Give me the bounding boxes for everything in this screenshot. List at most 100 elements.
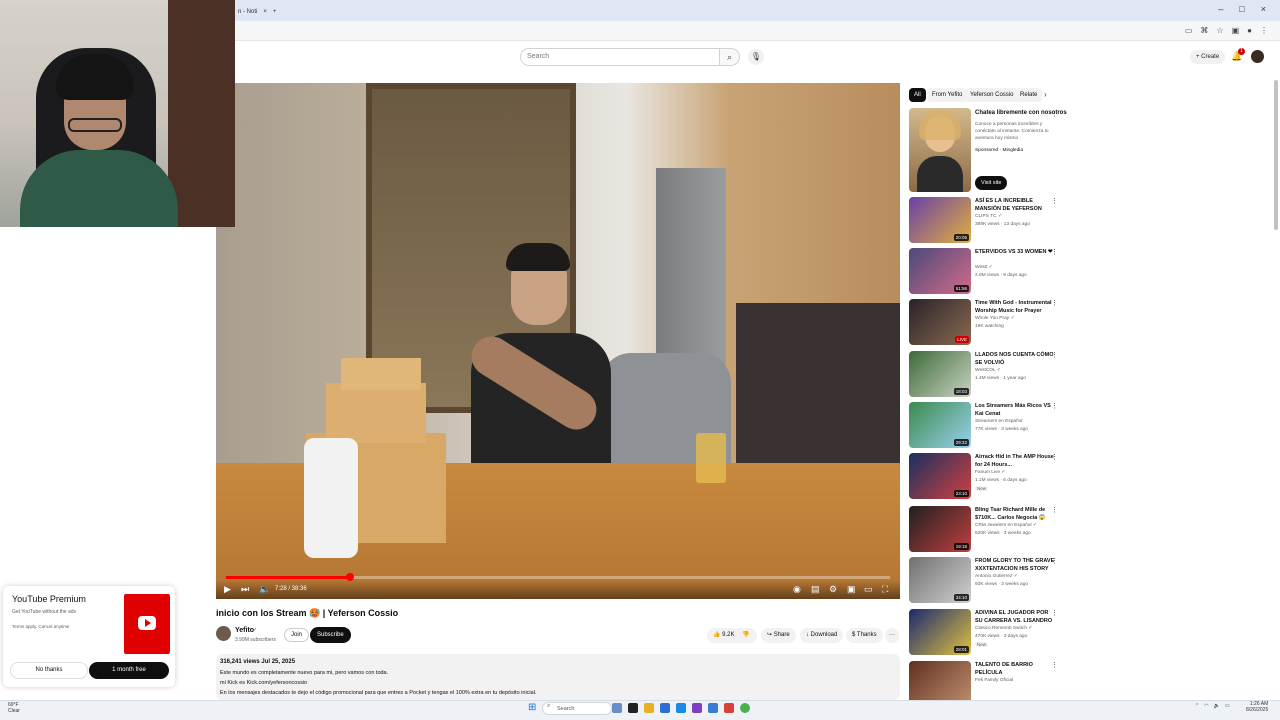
recommendation-thumbnail[interactable]: 28:01 — [909, 609, 971, 655]
taskbar-app-icon[interactable] — [692, 703, 702, 713]
premium-title: YouTube Premium — [12, 594, 86, 604]
more-vert-icon[interactable]: ⋮ — [1051, 110, 1058, 118]
minimize-icon[interactable]: – — [1218, 4, 1223, 14]
battery-icon[interactable]: ▭ — [1225, 703, 1230, 709]
recommendation-item[interactable]: 23:10 Airrack Hid in The AMP House for 24… — [909, 453, 1069, 500]
recommendation-thumbnail[interactable]: 34:10 — [909, 557, 971, 603]
more-vert-icon[interactable]: ⋮ — [1051, 661, 1058, 669]
settings-gear-icon[interactable]: ⚙ — [829, 583, 837, 595]
more-vert-icon[interactable]: ⋮ — [1051, 453, 1058, 461]
recommendation-item[interactable]: 34:10 FROM GLORY TO THE GRAVE XXXTENTACIO… — [909, 557, 1069, 604]
taskbar-file-explorer-icon[interactable] — [644, 703, 654, 713]
recommendation-thumbnail[interactable]: 20:05 — [909, 197, 971, 243]
taskbar-app-icon[interactable] — [724, 703, 734, 713]
next-video-icon[interactable]: ⏭ — [241, 583, 249, 595]
recommendation-item[interactable]: 51:56 ETERVIDOS VS 33 WOMEN ❤ Westt ✓ 2.9M … — [909, 248, 1069, 295]
progress-bar[interactable] — [226, 573, 890, 581]
recommendation-item[interactable]: 19:18 Bling Tsar Richard Mille de $710K..… — [909, 506, 1069, 553]
profile-icon[interactable]: ● — [1247, 26, 1252, 35]
chip-yeferson-cossio[interactable]: Yeferson Cossio — [965, 88, 1019, 102]
fullscreen-icon[interactable]: ⛶ — [882, 583, 888, 595]
chevron-up-icon[interactable]: ⌃ — [1195, 703, 1199, 709]
close-tab-icon[interactable]: × — [263, 9, 267, 15]
chip-related[interactable]: Relate — [1015, 88, 1043, 102]
maximize-icon[interactable]: □ — [1239, 4, 1244, 14]
recommendation-item[interactable]: 20:05 ASÍ ES LA INCREIBLE MANSIÓN DE YEFE… — [909, 197, 1069, 244]
more-vert-icon[interactable]: ⋮ — [1051, 351, 1058, 359]
recommendation-item[interactable]: 18:03 LLADOS NOS CUENTA CÓMO SE VOLVIÓ MU… — [909, 351, 1069, 398]
recommendation-thumbnail[interactable]: 29:22 — [909, 402, 971, 448]
sponsored-ad-card[interactable]: Chatea libremente con nosotros Conoce a … — [909, 108, 1069, 193]
create-button[interactable]: + Create — [1190, 50, 1226, 64]
autoplay-toggle-icon[interactable]: ◉ — [793, 583, 801, 595]
recommendation-item[interactable]: TALENTO DE BARRIO PELÍCULA PUERTORRIQUEÑ… — [909, 661, 1069, 707]
dislike-thumb-icon[interactable]: 👎 — [742, 632, 749, 638]
microphone-icon[interactable]: 🎙 — [748, 49, 764, 65]
like-count[interactable]: 9.2K — [722, 632, 734, 638]
extensions-icon[interactable]: ▣ — [1232, 26, 1240, 35]
browser-tab[interactable]: n - Noti × + — [236, 3, 280, 21]
chip-all[interactable]: All — [909, 88, 926, 102]
page-scrollbar[interactable] — [1274, 80, 1278, 230]
taskbar-app-icon[interactable] — [676, 703, 686, 713]
theater-mode-icon[interactable]: ▭ — [864, 583, 873, 595]
translate-icon[interactable]: ⌘ — [1200, 26, 1208, 35]
more-vert-icon[interactable]: ⋮ — [1051, 557, 1058, 565]
recommendation-item[interactable]: LIVE Time With God - Instrumental Worship… — [909, 299, 1069, 346]
search-input[interactable]: Search — [520, 48, 720, 66]
chevron-right-icon[interactable]: › — [1044, 90, 1047, 99]
recommendation-thumbnail[interactable]: LIVE — [909, 299, 971, 345]
search-icon[interactable]: ⌕ — [720, 48, 740, 66]
subscribe-button[interactable]: Subscribe — [310, 627, 351, 643]
join-button[interactable]: Join — [284, 628, 310, 642]
weather-widget[interactable]: 69°F Clear — [8, 702, 20, 714]
taskbar-chrome-icon[interactable] — [740, 703, 750, 713]
more-vert-icon[interactable]: ⋮ — [1051, 197, 1058, 205]
more-vert-icon[interactable]: ⋮ — [1051, 402, 1058, 410]
more-vert-icon[interactable]: ⋮ — [1051, 609, 1058, 617]
recommendation-thumbnail[interactable]: 19:18 — [909, 506, 971, 552]
ad-thumbnail[interactable] — [909, 108, 971, 192]
more-vert-icon[interactable]: ⋮ — [1051, 248, 1058, 256]
taskbar-app-icon[interactable] — [708, 703, 718, 713]
wifi-icon[interactable]: ◠ — [1204, 703, 1208, 709]
account-avatar[interactable] — [1251, 50, 1264, 63]
download-button[interactable]: ↓ Download — [800, 628, 844, 643]
new-tab-icon[interactable]: + — [273, 9, 277, 15]
recommendation-thumbnail[interactable]: 23:10 — [909, 453, 971, 499]
chip-from-yefito[interactable]: From Yefito — [927, 88, 968, 102]
recommendation-channel: CLIPS TC ✓ — [975, 214, 1002, 219]
taskbar-task-view-icon[interactable] — [628, 703, 638, 713]
taskbar-search-input[interactable]: Search — [542, 702, 612, 715]
thanks-button[interactable]: $ Thanks — [846, 628, 883, 643]
recommendation-item[interactable]: 29:22 Los Streamers Más Ricos VS Kai Cena… — [909, 402, 1069, 449]
taskbar-edge-icon[interactable] — [660, 703, 670, 713]
windows-start-icon[interactable]: ⊞ — [528, 703, 538, 713]
one-month-free-button[interactable]: 1 month free — [89, 662, 169, 679]
taskbar-app-icon[interactable] — [612, 703, 622, 713]
captions-icon[interactable]: ▤ — [811, 583, 820, 595]
like-thumb-icon[interactable]: 👍 — [713, 632, 720, 638]
more-actions-button[interactable]: ··· — [885, 628, 899, 643]
recommendation-thumbnail[interactable]: 51:56 — [909, 248, 971, 294]
visit-site-button[interactable]: Visit site — [975, 176, 1008, 190]
more-vert-icon[interactable]: ⋮ — [1051, 506, 1058, 514]
miniplayer-icon[interactable]: ▣ — [847, 583, 856, 595]
window-controls: – □ × — [1218, 4, 1266, 14]
taskbar-clock[interactable]: 1:26 AM 8/26/2025 — [1246, 701, 1268, 713]
recommendation-thumbnail[interactable]: 18:03 — [909, 351, 971, 397]
bookmark-star-icon[interactable]: ☆ — [1216, 26, 1223, 35]
video-player[interactable] — [216, 83, 900, 599]
browser-menu-icon[interactable]: ⋮ — [1260, 26, 1268, 35]
cast-icon[interactable]: ▭ — [1185, 26, 1193, 35]
recommendation-item[interactable]: 28:01 ADIVINA EL JUGADOR POR SU CARRERA V… — [909, 609, 1069, 656]
share-button[interactable]: ↪ Share — [761, 628, 796, 643]
channel-avatar[interactable] — [216, 626, 231, 641]
close-window-icon[interactable]: × — [1261, 4, 1266, 14]
no-thanks-button[interactable]: No thanks — [10, 662, 88, 679]
volume-icon[interactable]: 🔈 — [259, 583, 270, 595]
like-dislike-pill: 👍 9.2K 👎 — [707, 628, 757, 643]
more-vert-icon[interactable]: ⋮ — [1051, 299, 1058, 307]
play-icon[interactable]: ▶ — [224, 583, 231, 595]
speaker-icon[interactable]: 🔈 — [1214, 703, 1220, 709]
